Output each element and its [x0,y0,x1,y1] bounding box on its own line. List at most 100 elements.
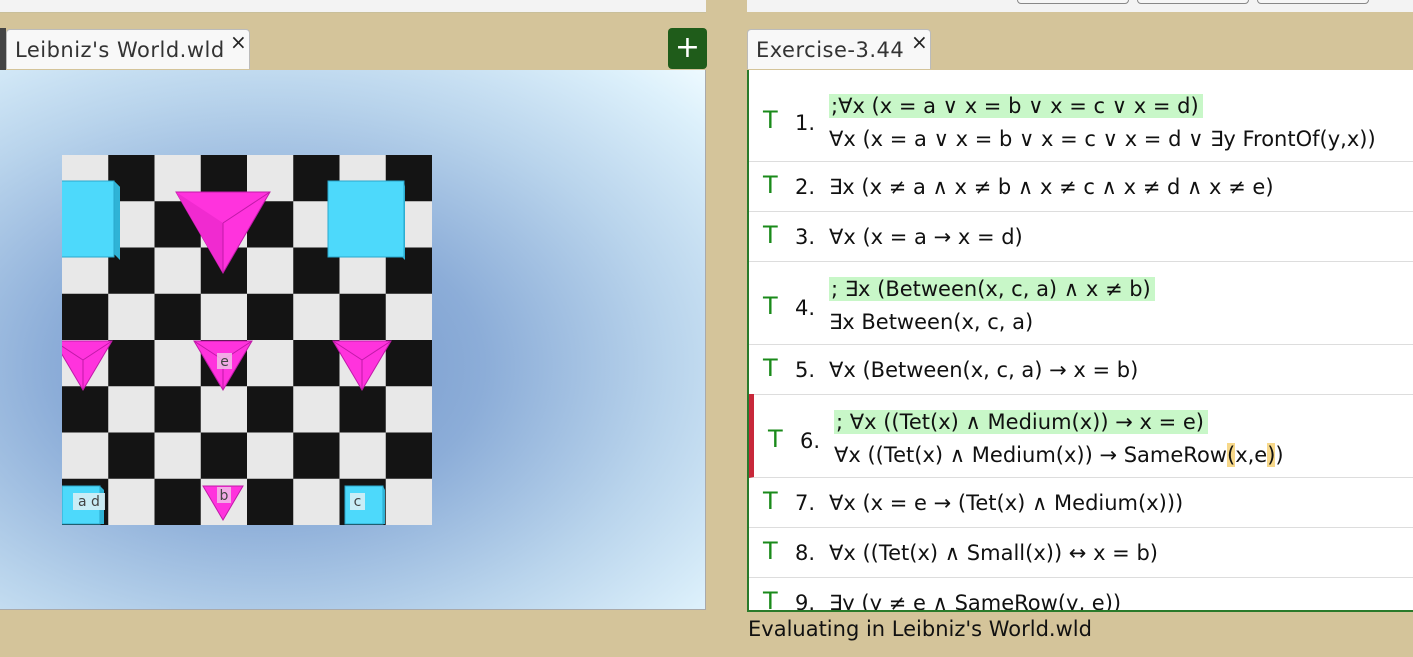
row-number: 2. [795,175,816,199]
label-e: e [220,354,229,370]
toolbar-button-1[interactable] [1017,0,1129,4]
close-icon[interactable]: × [230,30,247,54]
board-square [385,386,432,433]
board-square [154,432,202,480]
board-square [293,386,340,433]
row-number: 1. [795,111,816,135]
truth-mark: T [763,221,778,249]
board-square [62,386,109,433]
tab-exercise-label: Exercise-3.44 [756,38,905,62]
truth-mark: T [763,487,778,515]
truth-mark: T [763,537,778,565]
board-square [154,247,202,295]
board-square [247,293,294,341]
board-square [339,386,387,433]
row-comment: ; ∃x (Between(x, c, a) ∧ x ≠ b) [829,277,1155,301]
world-view[interactable]: e a d b c [0,70,706,610]
row-number: 7. [795,491,816,515]
row-formula: ∀x (x = a → x = d) [829,225,1023,249]
toolbar-button-2[interactable] [1137,0,1249,4]
board-square [154,386,202,433]
truth-mark: T [763,354,778,382]
board-square [108,386,155,433]
cube-large[interactable] [62,180,120,260]
board-square [385,478,432,525]
proof-row[interactable]: T 4. ; ∃x (Between(x, c, a) ∧ x ≠ b) ∃x … [749,261,1413,345]
row-formula: ∃x Between(x, c, a) [829,310,1034,334]
board-square [200,386,248,433]
top-toolbar-left [0,0,706,13]
board-square [293,432,340,480]
proof-row[interactable]: T 8. ∀x ((Tet(x) ∧ Small(x)) ↔ x = b) [749,527,1413,578]
board-square [108,478,155,525]
board-square [339,432,387,480]
proof-row[interactable]: T 2. ∃x (x ≠ a ∧ x ≠ b ∧ x ≠ c ∧ x ≠ d ∧… [749,161,1413,212]
board-square [200,432,248,480]
board-square [247,340,294,387]
tab-world-file[interactable]: Leibniz's World.wld × [6,29,250,69]
board-square [247,247,294,295]
board-square [247,478,294,525]
row-formula: ∀x (x = e → (Tet(x) ∧ Medium(x))) [829,491,1184,515]
board-square [247,386,294,433]
cube-small-a-d[interactable]: a d [62,485,105,525]
truth-mark: T [763,171,778,199]
chess-board[interactable]: e a d b c [62,155,432,525]
row-number: 8. [795,541,816,565]
board-square [293,293,340,341]
proof-row[interactable]: T 7. ∀x (x = e → (Tet(x) ∧ Medium(x))) [749,477,1413,528]
board-square [293,340,340,387]
proof-row[interactable]: T 5. ∀x (Between(x, c, a) → x = b) [749,344,1413,395]
toolbar-button-3[interactable] [1257,0,1369,4]
board-square [385,340,432,387]
row-formula: ∃y (y ≠ e ∧ SameRow(y, e)) [829,591,1122,612]
proof-row[interactable]: T 3. ∀x (x = a → x = d) [749,211,1413,262]
row-formula: ∀x (Between(x, c, a) → x = b) [829,358,1139,382]
row-formula: ∀x ((Tet(x) ∧ Small(x)) ↔ x = b) [829,541,1158,565]
close-icon[interactable]: × [911,30,928,54]
proof-row[interactable]: T 1. ;∀x (x = a ∨ x = b ∨ x = c ∨ x = d)… [749,70,1413,162]
row-number: 4. [795,296,816,320]
board-square [154,293,202,341]
board-square [200,293,248,341]
row-number: 3. [795,225,816,249]
board-square [108,432,155,480]
board-square [108,293,155,341]
tab-exercise[interactable]: Exercise-3.44 × [747,29,931,69]
row-number: 9. [795,591,816,612]
board-square [385,432,432,480]
board-square [108,340,155,387]
board-square [293,478,340,525]
status-text: Evaluating in Leibniz's World.wld [748,617,1092,641]
board-square [247,432,294,480]
board-square [154,478,202,525]
top-toolbar-right [747,0,1413,12]
proof-row[interactable]: T 9. ∃y (y ≠ e ∧ SameRow(y, e)) [749,577,1413,612]
truth-mark: T [763,292,778,320]
label-b: b [220,488,229,504]
row-comment: ; ∀x ((Tet(x) ∧ Medium(x)) → x = e) [834,410,1208,434]
row-formula: ∃x (x ≠ a ∧ x ≠ b ∧ x ≠ c ∧ x ≠ d ∧ x ≠ … [829,175,1274,199]
truth-mark: T [768,425,783,453]
board-square [62,293,109,341]
truth-mark: T [763,587,778,612]
row-number: 6. [800,429,821,453]
paren-match: ( [1226,443,1236,467]
cube-large[interactable] [327,180,405,260]
proof-panel[interactable]: T 1. ;∀x (x = a ∨ x = b ∨ x = c ∨ x = d)… [747,70,1413,612]
truth-mark: T [763,106,778,134]
board-square [62,432,109,480]
row-comment: ;∀x (x = a ∨ x = b ∨ x = c ∨ x = d) [829,94,1203,118]
add-tab-button[interactable]: + [668,28,707,69]
label-a-d: a d [78,494,100,510]
proof-row-selected[interactable]: T 6. ; ∀x ((Tet(x) ∧ Medium(x)) → x = e)… [749,394,1413,478]
cube-small-c[interactable]: c [344,485,385,525]
board-square [339,293,387,341]
row-formula: ∀x (x = a ∨ x = b ∨ x = c ∨ x = d ∨ ∃y F… [829,127,1376,151]
board-square [154,340,202,387]
row-number: 5. [795,358,816,382]
board-square [385,293,432,341]
row-formula: ∀x ((Tet(x) ∧ Medium(x)) → SameRow(x,e)) [834,443,1284,467]
tab-world-label: Leibniz's World.wld [15,38,225,62]
label-c: c [354,494,362,510]
